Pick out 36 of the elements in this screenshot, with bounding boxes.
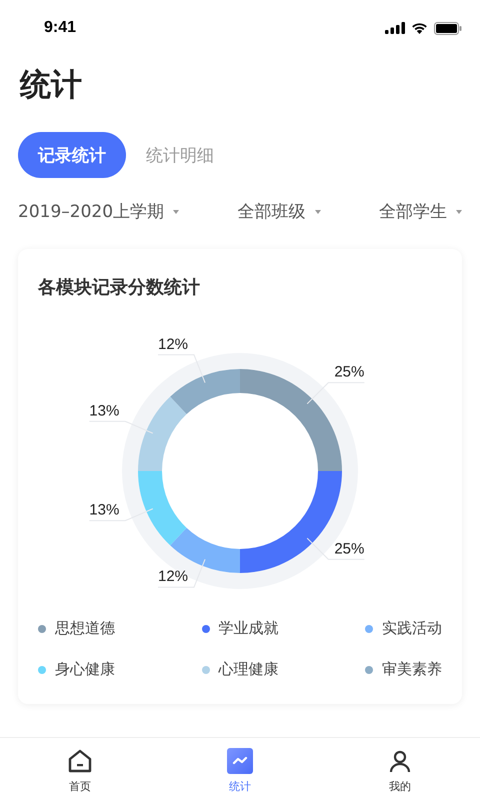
caret-icon (173, 210, 180, 214)
percent-label: 12% (158, 337, 188, 353)
percent-label: 13% (89, 402, 120, 420)
status-time: 9:41 (44, 19, 76, 37)
legend-label: 思想道德 (55, 619, 115, 638)
percent-label: 13% (89, 502, 120, 519)
legend-label: 实践活动 (382, 619, 442, 638)
chart-icon (227, 748, 253, 774)
signal-icon (385, 22, 405, 34)
battery-icon (434, 22, 462, 34)
leader-line (306, 538, 365, 560)
legend-label: 学业成就 (218, 619, 278, 638)
wifi-icon (411, 22, 428, 34)
tab-bar-item[interactable]: 统计 (160, 738, 320, 800)
percent-label: 25% (334, 364, 364, 381)
filter-dropdown[interactable]: 全部班级 (238, 200, 321, 223)
caret-icon (314, 210, 321, 214)
segment-tab[interactable]: 记录统计 (18, 132, 126, 178)
legend-label: 心理健康 (218, 660, 278, 679)
tab-bar-item[interactable]: 首页 (0, 738, 160, 800)
legend-label: 身心健康 (55, 660, 115, 679)
leader-line (157, 354, 206, 384)
tab-bar-item[interactable]: 我的 (320, 738, 480, 800)
person-icon (387, 748, 413, 774)
filter-dropdown[interactable]: 全部学生 (379, 200, 462, 223)
home-icon (67, 748, 93, 774)
caret-icon (456, 210, 462, 214)
leader-line (157, 558, 206, 588)
percent-label: 25% (334, 540, 364, 558)
card-title: 各模块记录分数统计 (38, 276, 201, 299)
leader-line (306, 382, 365, 404)
page-title: 统计 (20, 66, 83, 105)
filter-dropdown[interactable]: 2019–2020上学期 (18, 200, 180, 223)
leader-line (88, 420, 154, 434)
percent-label: 12% (158, 568, 188, 586)
legend-label: 审美素养 (382, 660, 442, 679)
